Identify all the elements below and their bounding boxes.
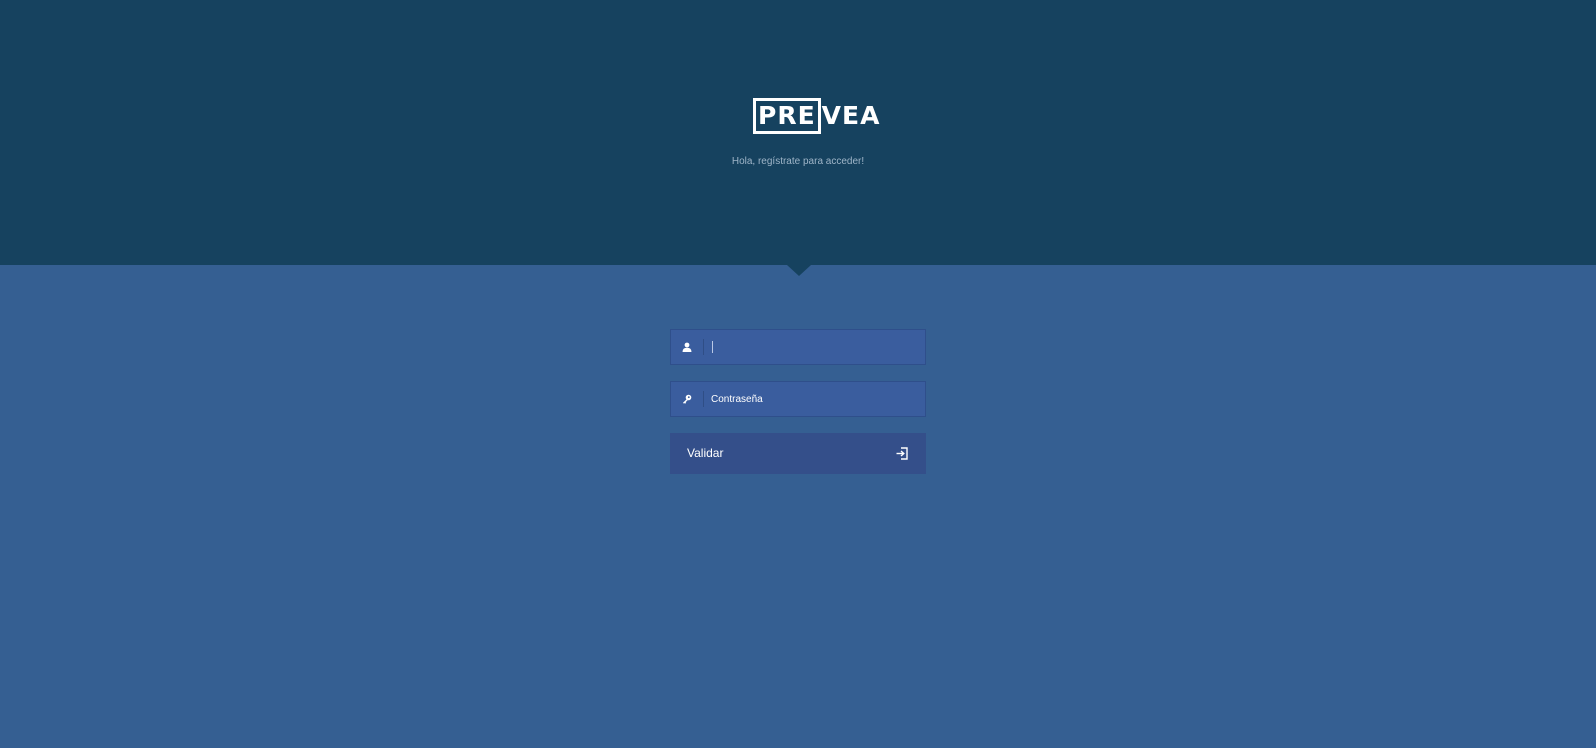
welcome-subtitle: Hola, regístrate para acceder!	[731, 156, 865, 167]
password-field[interactable]	[670, 381, 926, 417]
key-icon	[671, 382, 703, 416]
validate-button[interactable]: Validar	[670, 433, 926, 474]
username-field[interactable]	[670, 329, 926, 365]
header-pointer-arrow	[787, 265, 811, 276]
password-separator	[703, 391, 704, 407]
logo-boxed-text: PRE	[753, 98, 821, 134]
header-banner: PRE VEA Hola, regístrate para acceder!	[0, 0, 1596, 265]
prevea-logo: PRE VEA	[753, 97, 880, 135]
username-separator	[703, 339, 704, 355]
sign-in-icon	[896, 447, 908, 460]
login-page: PRE VEA Hola, regístrate para acceder! Va…	[0, 0, 1596, 748]
user-icon	[671, 330, 703, 364]
text-cursor	[712, 341, 713, 353]
validate-button-label: Validar	[687, 446, 724, 460]
logo-rest-text: VEA	[821, 101, 881, 130]
password-input[interactable]	[711, 382, 917, 416]
username-input[interactable]	[711, 330, 917, 364]
